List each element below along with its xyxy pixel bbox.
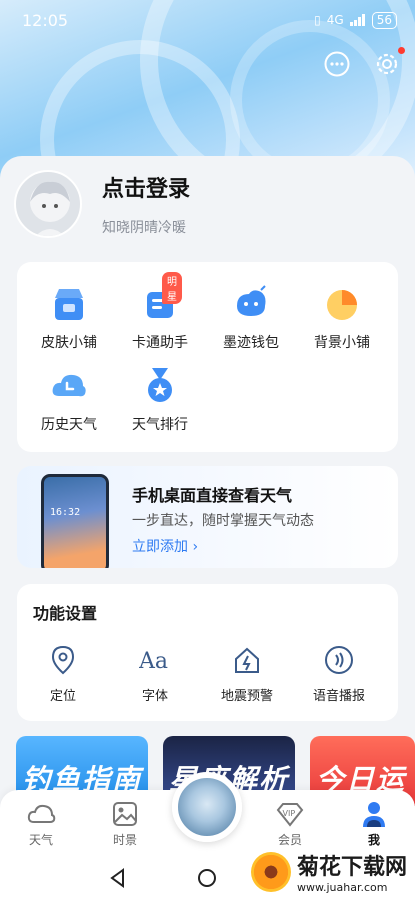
features-card: 皮肤小铺 明星 卡通助手 墨迹钱包 背景小铺 历史天气 天气排行 xyxy=(17,262,398,452)
cloud-icon xyxy=(26,800,56,828)
setting-label: 地震预警 xyxy=(220,689,273,704)
vip-icon: VIP xyxy=(275,800,305,828)
feature-background-shop[interactable]: 背景小铺 xyxy=(297,284,387,352)
banner-title: 手机桌面直接查看天气 xyxy=(132,486,293,505)
back-icon[interactable] xyxy=(108,868,128,888)
wallet-icon xyxy=(231,284,271,324)
home-icon[interactable] xyxy=(197,868,217,888)
banner-subtitle: 一步直达，随时掌握天气动态 xyxy=(132,513,314,529)
tab-label: 天气 xyxy=(28,833,53,847)
setting-earthquake-alert[interactable]: 地震预警 xyxy=(207,644,287,704)
watermark-title: 菊花下载网 xyxy=(296,855,407,880)
phone-time: 16:32 xyxy=(50,507,81,518)
watermark-url: www.juahar.com xyxy=(296,881,388,894)
svg-text:Aa: Aa xyxy=(139,649,168,674)
feature-history-weather[interactable]: 历史天气 xyxy=(24,366,114,434)
earthquake-alert-icon xyxy=(231,644,263,676)
history-weather-icon xyxy=(49,366,89,406)
settings-gear-icon[interactable] xyxy=(373,47,405,78)
setting-voice-broadcast[interactable]: 语音播报 xyxy=(299,644,379,704)
status-bar: 12:05 ▯ 4G 56 xyxy=(0,0,415,40)
feature-label: 卡通助手 xyxy=(132,335,188,351)
profile-section[interactable]: 点击登录 知晓阴晴冷暖 xyxy=(14,170,190,238)
feature-label: 历史天气 xyxy=(41,417,97,433)
background-shop-icon xyxy=(322,284,362,324)
feature-wallet[interactable]: 墨迹钱包 xyxy=(206,284,296,352)
voice-broadcast-icon xyxy=(323,644,355,676)
phone-illustration: 16:32 xyxy=(41,474,109,568)
location-icon xyxy=(47,644,79,676)
feature-label: 天气排行 xyxy=(132,417,188,433)
feature-cartoon-assistant[interactable]: 明星 卡通助手 xyxy=(115,272,205,352)
setting-label: 定位 xyxy=(49,689,76,704)
feature-label: 背景小铺 xyxy=(314,335,370,351)
desktop-widget-banner[interactable]: 16:32 手机桌面直接查看天气 一步直达，随时掌握天气动态 立即添加 › xyxy=(17,466,398,568)
shop-icon xyxy=(49,284,89,324)
live-scene-button[interactable] xyxy=(172,772,242,842)
setting-location[interactable]: 定位 xyxy=(23,644,103,704)
tab-vip[interactable]: VIP 会员 xyxy=(260,800,320,848)
avatar[interactable] xyxy=(14,170,82,238)
vibrate-icon: ▯ xyxy=(314,13,321,27)
system-navigation-bar: 菊花下载网 www.juahar.com xyxy=(0,851,415,900)
tab-weather[interactable]: 天气 xyxy=(11,800,71,848)
battery-indicator: 56 xyxy=(371,11,397,29)
tab-label: 时景 xyxy=(112,833,137,847)
image-icon xyxy=(110,800,140,828)
add-now-link[interactable]: 立即添加 › xyxy=(132,536,198,556)
cartoon-assistant-icon: 明星 xyxy=(140,272,182,324)
network-label: 4G xyxy=(326,13,344,27)
signal-icon xyxy=(349,14,365,26)
setting-label: 语音播报 xyxy=(312,689,365,704)
login-link[interactable]: 点击登录 xyxy=(102,171,190,203)
feature-weather-rank[interactable]: 天气排行 xyxy=(115,366,205,434)
feature-label: 皮肤小铺 xyxy=(41,335,97,351)
setting-font[interactable]: Aa 字体 xyxy=(115,644,195,704)
tab-scenery[interactable]: 时景 xyxy=(95,800,155,848)
setting-label: 字体 xyxy=(141,689,168,704)
status-time: 12:05 xyxy=(22,10,69,30)
tab-label: 会员 xyxy=(277,833,302,847)
svg-text:VIP: VIP xyxy=(283,809,296,818)
profile-motto: 知晓阴晴冷暖 xyxy=(102,220,186,236)
watermark: 菊花下载网 www.juahar.com xyxy=(250,849,407,894)
font-icon: Aa xyxy=(138,644,171,676)
flower-logo-icon xyxy=(250,851,291,892)
message-icon[interactable] xyxy=(323,50,351,78)
feature-label: 墨迹钱包 xyxy=(223,335,279,351)
function-settings-card: 功能设置 定位 Aa 字体 地震预警 语音播报 xyxy=(17,584,398,721)
notification-dot xyxy=(398,47,405,54)
tab-label: 我 xyxy=(367,833,380,847)
feature-skin-shop[interactable]: 皮肤小铺 xyxy=(24,284,114,352)
weather-rank-icon xyxy=(140,366,180,406)
badge-star: 明星 xyxy=(162,272,182,304)
person-icon xyxy=(359,800,389,828)
tab-me[interactable]: 我 xyxy=(344,800,404,848)
section-title: 功能设置 xyxy=(33,604,98,623)
